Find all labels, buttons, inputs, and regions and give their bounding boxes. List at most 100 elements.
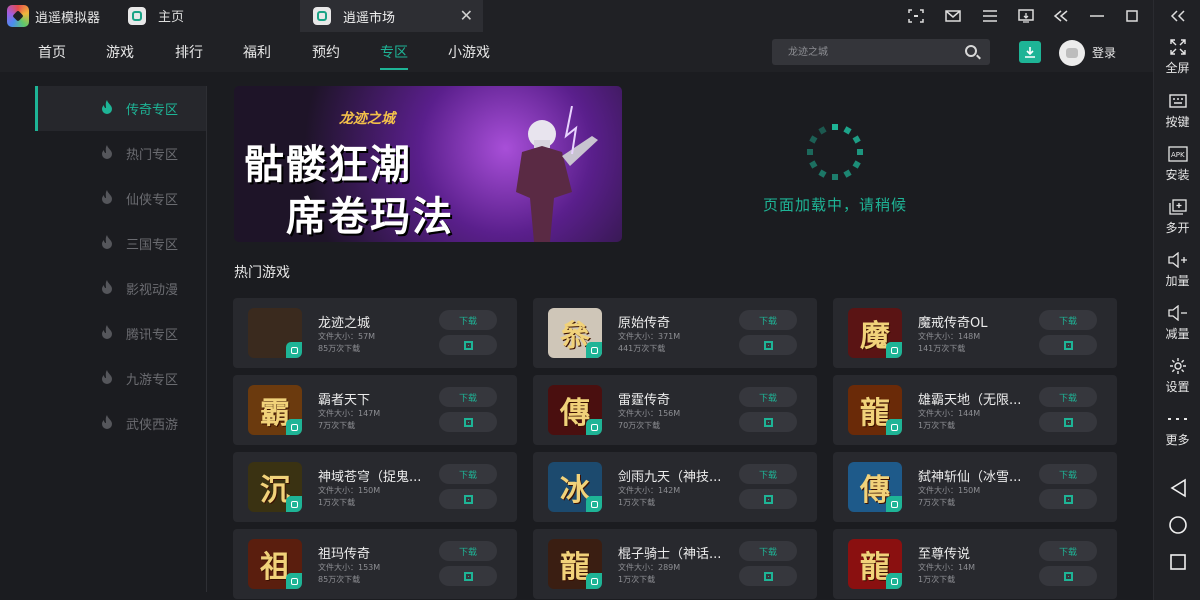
game-name[interactable]: 剑雨九天（神技...: [618, 466, 728, 485]
game-name[interactable]: 棍子骑士（神话...: [618, 543, 728, 562]
game-icon[interactable]: 魔: [848, 308, 902, 358]
qr-code-button[interactable]: [739, 335, 797, 355]
minimize-icon[interactable]: [1087, 6, 1107, 26]
mail-icon[interactable]: [943, 6, 963, 26]
game-icon[interactable]: 沉: [248, 462, 302, 512]
recent-apps-icon[interactable]: [1167, 551, 1189, 573]
game-name[interactable]: 龙迹之城: [318, 312, 428, 331]
promo-banner[interactable]: 龙迹之城 骷髅狂潮 席卷玛法: [234, 86, 622, 242]
download-button[interactable]: 下载: [439, 310, 497, 330]
rail-install[interactable]: APK 安装: [1154, 143, 1200, 191]
game-name[interactable]: 雷霆传奇: [618, 389, 728, 408]
download-button[interactable]: 下载: [439, 541, 497, 561]
nav-item-zone[interactable]: 专区: [380, 42, 408, 70]
game-icon[interactable]: 龍: [848, 539, 902, 589]
maximize-icon[interactable]: [1122, 6, 1142, 26]
nav-item-minigames[interactable]: 小游戏: [448, 42, 490, 62]
download-button[interactable]: 下载: [1039, 541, 1097, 561]
download-button[interactable]: 下载: [1039, 310, 1097, 330]
game-icon[interactable]: 龍: [848, 385, 902, 435]
rail-multi[interactable]: 多开: [1154, 196, 1200, 244]
rail-fullscreen[interactable]: 全屏: [1154, 36, 1200, 84]
game-name[interactable]: 神域苍穹（捉鬼...: [318, 466, 428, 485]
game-icon[interactable]: 傳: [548, 385, 602, 435]
sidebar-item-xianxia[interactable]: 仙侠专区: [35, 176, 206, 221]
game-card[interactable]: 魔魔戒传奇OL 文件大小：148M 141万次下载 下载: [833, 298, 1117, 368]
game-card[interactable]: 沉神域苍穹（捉鬼... 文件大小：150M 1万次下载 下载: [233, 452, 517, 522]
download-button[interactable]: 下载: [739, 387, 797, 407]
download-button[interactable]: 下载: [1039, 387, 1097, 407]
rail-settings[interactable]: 设置: [1154, 355, 1200, 403]
sidebar-item-hot[interactable]: 热门专区: [35, 131, 206, 176]
menu-icon[interactable]: [980, 6, 1000, 26]
collapse-icon[interactable]: [1051, 6, 1071, 26]
sidebar-item-legend[interactable]: 传奇专区: [35, 86, 206, 131]
game-name[interactable]: 魔戒传奇OL: [918, 312, 1028, 331]
game-name[interactable]: 至尊传说: [918, 543, 1028, 562]
download-button[interactable]: 下载: [439, 464, 497, 484]
sidebar-item-anime[interactable]: 影视动漫: [35, 266, 206, 311]
game-icon[interactable]: 叅: [548, 308, 602, 358]
game-icon[interactable]: 祖: [248, 539, 302, 589]
qr-code-button[interactable]: [439, 566, 497, 586]
pip-icon[interactable]: [1016, 6, 1036, 26]
game-card[interactable]: 龍棍子骑士（神话... 文件大小：289M 1万次下载 下载: [533, 529, 817, 599]
qr-code-button[interactable]: [1039, 566, 1097, 586]
close-tab-icon[interactable]: ✕: [460, 6, 473, 25]
download-button[interactable]: 下载: [739, 464, 797, 484]
game-name[interactable]: 祖玛传奇: [318, 543, 428, 562]
sidebar-item-jiuyou[interactable]: 九游专区: [35, 356, 206, 401]
qr-code-button[interactable]: [439, 412, 497, 432]
download-manager-icon[interactable]: [1019, 41, 1041, 63]
qr-code-button[interactable]: [439, 335, 497, 355]
sidebar-item-sanguo[interactable]: 三国专区: [35, 221, 206, 266]
sidebar-item-wuxia[interactable]: 武侠西游: [35, 401, 206, 446]
screenshot-icon[interactable]: [906, 6, 926, 26]
download-button[interactable]: 下载: [1039, 464, 1097, 484]
search-icon[interactable]: [965, 45, 977, 57]
game-icon[interactable]: [248, 308, 302, 358]
game-card[interactable]: 叅原始传奇 文件大小：371M 441万次下载 下载: [533, 298, 817, 368]
nav-item-games[interactable]: 游戏: [106, 42, 134, 62]
search-box[interactable]: [772, 39, 990, 65]
home-icon[interactable]: [1167, 514, 1189, 536]
download-button[interactable]: 下载: [739, 310, 797, 330]
login-link[interactable]: 登录: [1092, 44, 1116, 61]
rail-more[interactable]: 更多: [1154, 408, 1200, 456]
game-name[interactable]: 弑神斩仙（冰雪...: [918, 466, 1028, 485]
rail-volume-up[interactable]: 加量: [1154, 249, 1200, 297]
back-icon[interactable]: [1167, 477, 1189, 499]
game-card[interactable]: 龍至尊传说 文件大小：14M 1万次下载 下载: [833, 529, 1117, 599]
qr-code-button[interactable]: [1039, 335, 1097, 355]
game-icon[interactable]: 龍: [548, 539, 602, 589]
game-card[interactable]: 傳雷霆传奇 文件大小：156M 70万次下载 下载: [533, 375, 817, 445]
game-name[interactable]: 霸者天下: [318, 389, 428, 408]
game-card[interactable]: 龍雄霸天地（无限... 文件大小：144M 1万次下载 下载: [833, 375, 1117, 445]
qr-code-button[interactable]: [739, 566, 797, 586]
nav-item-welfare[interactable]: 福利: [243, 42, 271, 62]
game-card[interactable]: 霸霸者天下 文件大小：147M 7万次下载 下载: [233, 375, 517, 445]
avatar[interactable]: [1059, 40, 1085, 66]
qr-code-button[interactable]: [1039, 412, 1097, 432]
nav-item-home[interactable]: 首页: [38, 42, 66, 62]
game-name[interactable]: 原始传奇: [618, 312, 728, 331]
qr-code-button[interactable]: [1039, 489, 1097, 509]
qr-code-button[interactable]: [739, 489, 797, 509]
rail-volume-down[interactable]: 减量: [1154, 302, 1200, 350]
game-name[interactable]: 雄霸天地（无限...: [918, 389, 1028, 408]
game-card[interactable]: 冰剑雨九天（神技... 文件大小：142M 1万次下载 下载: [533, 452, 817, 522]
game-card[interactable]: 傳弑神斩仙（冰雪... 文件大小：150M 7万次下载 下载: [833, 452, 1117, 522]
nav-item-reserve[interactable]: 预约: [312, 42, 340, 62]
qr-code-button[interactable]: [439, 489, 497, 509]
game-icon[interactable]: 傳: [848, 462, 902, 512]
download-button[interactable]: 下载: [439, 387, 497, 407]
game-card[interactable]: 龙迹之城 文件大小：57M 85万次下载 下载: [233, 298, 517, 368]
game-icon[interactable]: 霸: [248, 385, 302, 435]
nav-item-ranking[interactable]: 排行: [175, 42, 203, 62]
game-card[interactable]: 祖祖玛传奇 文件大小：153M 85万次下载 下载: [233, 529, 517, 599]
sidebar-item-tencent[interactable]: 腾讯专区: [35, 311, 206, 356]
collapse-rail-icon[interactable]: [1154, 0, 1200, 32]
tab-home[interactable]: 主页: [128, 6, 184, 25]
download-button[interactable]: 下载: [739, 541, 797, 561]
game-icon[interactable]: 冰: [548, 462, 602, 512]
